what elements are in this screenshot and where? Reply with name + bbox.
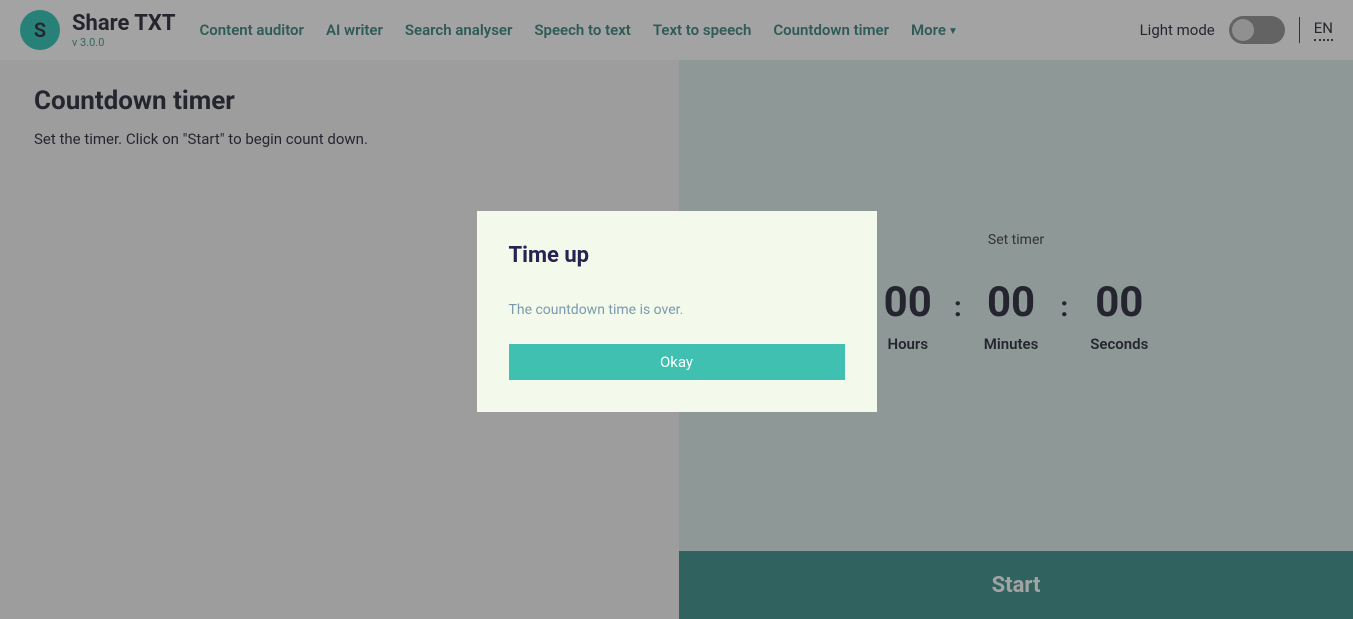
okay-button[interactable]: Okay [509,344,845,380]
modal-title: Time up [509,243,845,268]
modal-overlay[interactable]: Time up The countdown time is over. Okay [0,0,1353,619]
modal: Time up The countdown time is over. Okay [477,211,877,412]
modal-message: The countdown time is over. [509,302,845,318]
